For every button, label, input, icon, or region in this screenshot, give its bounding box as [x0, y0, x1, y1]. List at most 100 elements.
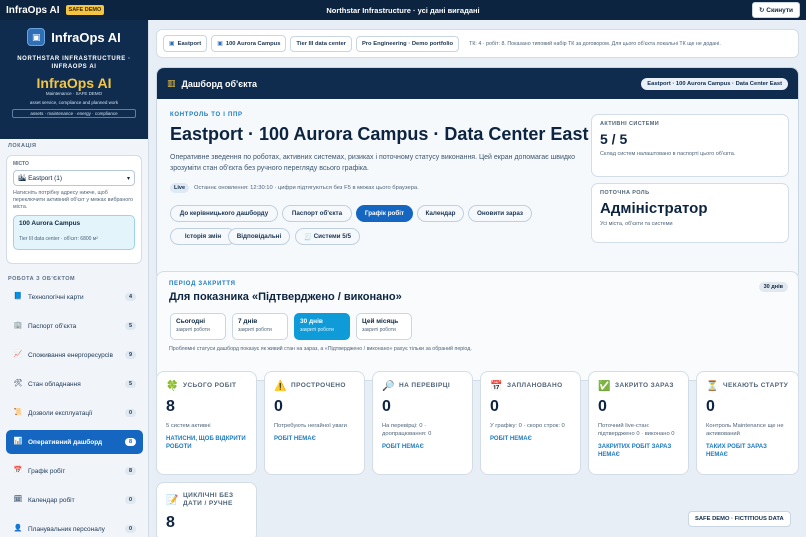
city-select[interactable]: 🏙 Eastport (1) ▾	[13, 170, 135, 186]
current-role-card: ПОТОЧНА РОЛЬ Адміністратор Усі міста, об…	[591, 183, 789, 243]
active-systems-card: АКТИВНІ СИСТЕМИ 5 / 5 Склад систем налаш…	[591, 114, 789, 177]
org-name: NORTHSTAR INFRASTRUCTURE · INFRAOPS AI	[17, 56, 131, 71]
sidebar-hero: ▣ InfraOps AI NORTHSTAR INFRASTRUCTURE ·…	[0, 20, 148, 139]
context-chip-city[interactable]: ▣ Eastport	[163, 35, 208, 52]
period-option-today[interactable]: Сьогодні закриті роботи	[170, 313, 226, 340]
kpi-sub: Контроль Maintenance ще не активований	[706, 423, 784, 438]
chevron-down-icon: ▾	[126, 175, 130, 182]
history-button[interactable]: Історія змін	[170, 228, 236, 245]
manager-dashboard-button[interactable]: До керівницького дашборду	[170, 205, 278, 222]
kpi-card-cyclic[interactable]: 📝 ЦИКЛІЧНІ БЕЗ ДАТИ / РУЧНЕ 8	[156, 482, 257, 537]
context-info: ТК: 4 · робіт: 8. Показано типовий набір…	[469, 40, 721, 47]
kpi-value: 8	[166, 514, 175, 532]
kpi-card-overdue[interactable]: ⚠️ ПРОСТРОЧЕНО 0 Потребують негайної уваг…	[264, 371, 365, 475]
chip-label: Eastport	[177, 40, 202, 47]
kpi-title: ЗАПЛАНОВАНО	[507, 382, 563, 390]
page-title: Eastport · 100 Aurora Campus · Data Cent…	[170, 124, 589, 144]
reset-button[interactable]: ↻ Скинути	[751, 2, 800, 18]
work-section-title: РОБОТА З ОБ'ЄКТОМ	[8, 276, 76, 282]
sidebar-item-label: Дозволи експлуатації	[28, 409, 93, 417]
context-chip-type[interactable]: Tier III data center	[290, 35, 352, 52]
sidebar-item-dashboard[interactable]: 📊 Оперативний дашборд 8	[6, 430, 143, 454]
kpi-sub: Потребують негайної уваги	[274, 423, 347, 429]
brand-mark-subtitle: Maintenance · SAFE DEMO	[45, 90, 103, 96]
kpi-card-review[interactable]: 🔎 НА ПЕРЕВІРЦІ 0 На перевірці: 0 · доопра…	[372, 371, 473, 475]
warning-icon: ⚠️	[274, 381, 287, 392]
kpi-value: 8	[166, 398, 175, 415]
main-content: ▣ Eastport ▣ 100 Aurora Campus Tier III da…	[149, 20, 806, 537]
period-option-30-days[interactable]: 30 днів закриті роботи	[294, 313, 350, 340]
systems-button-label: Системи 5/5	[313, 233, 352, 240]
responsible-button[interactable]: Відповідальні	[228, 228, 290, 245]
passport-button[interactable]: Паспорт об'єкта	[282, 205, 352, 222]
sidebar-item-count: 0	[124, 496, 136, 504]
check-icon: ✅	[598, 381, 611, 392]
sidebar-item-staff-planner[interactable]: 👤 Планувальник персоналу 0	[6, 517, 143, 537]
option-sub: закриті роботи	[300, 327, 334, 333]
bar-chart-icon: 📊	[13, 438, 23, 445]
kpi-link[interactable]: РОБІТ НЕМАЄ	[490, 436, 571, 444]
safe-demo-footer-badge: SAFE DEMO · FICTITIOUS DATA	[688, 511, 791, 527]
scroll-icon: 📜	[13, 409, 23, 416]
sidebar-logo-name: InfraOps AI	[51, 29, 121, 45]
kpi-title: ПРОСТРОЧЕНО	[291, 382, 346, 390]
magnifier-icon: 🔎	[382, 381, 395, 392]
sidebar-item-tech-cards[interactable]: 📘 Технологічні карти 4	[6, 285, 143, 309]
sidebar-logo[interactable]: ▣ InfraOps AI	[0, 28, 148, 46]
sidebar-item-energy[interactable]: 📈 Споживання енергоресурсів 9	[6, 343, 143, 367]
kpi-link[interactable]: РОБІТ НЕМАЄ	[382, 444, 463, 452]
kpi-link[interactable]: РОБІТ НЕМАЄ	[274, 436, 355, 444]
brand-mark-tags: assets · maintenance · energy · complian…	[12, 108, 136, 118]
live-status: Live Останнє оновлення: 12:30:10 · цифри…	[170, 183, 419, 193]
refresh-now-button[interactable]: Оновити зараз	[468, 205, 532, 222]
brand-mark-title: InfraOps AI	[36, 74, 112, 91]
sidebar-item-passport[interactable]: 🏢 Паспорт об'єкта 5	[6, 314, 143, 338]
kpi-link[interactable]: ЗАКРИТИХ РОБІТ ЗАРАЗ НЕМАЄ	[598, 444, 679, 459]
period-option-month[interactable]: Цей місяць закриті роботи	[356, 313, 412, 340]
sidebar-item-count: 8	[124, 438, 136, 446]
sidebar-item-label: Паспорт об'єкта	[28, 322, 77, 330]
sidebar-item-label: Споживання енергоресурсів	[28, 351, 113, 359]
kpi-sub: 5 систем активні	[166, 423, 211, 429]
office-icon: 🏢	[13, 322, 23, 329]
sidebar-item-equipment[interactable]: 🛠 Стан обладнання 5	[6, 372, 143, 396]
option-sub: закриті роботи	[238, 327, 272, 333]
sidebar-item-label: Графік робіт	[28, 467, 66, 475]
sidebar-item-permits[interactable]: 📜 Дозволи експлуатації 0	[6, 401, 143, 425]
sidebar-item-calendar[interactable]: 🗓 Календар робіт 0	[6, 488, 143, 512]
context-chip-site[interactable]: ▣ 100 Aurora Campus	[211, 35, 287, 52]
chip-label: 100 Aurora Campus	[225, 40, 281, 47]
kpi-link[interactable]: ТАКИХ РОБІТ ЗАРАЗ НЕМАЄ	[706, 444, 789, 459]
active-systems-sub: Склад систем налаштовано в паспорті цьог…	[600, 151, 736, 157]
memo-icon: 📝	[166, 494, 179, 506]
kpi-card-planned[interactable]: 📅 ЗАПЛАНОВАНО 0 У графіку: 0 · скоро стро…	[480, 371, 581, 475]
current-site-card[interactable]: 100 Aurora Campus Tier III data center ·…	[13, 215, 135, 251]
option-label: 7 днів	[238, 318, 258, 325]
option-label: 30 днів	[300, 318, 323, 325]
sidebar: ▣ InfraOps AI NORTHSTAR INFRASTRUCTURE ·…	[0, 20, 149, 537]
systems-button[interactable]: 🧾 Системи 5/5	[295, 228, 360, 245]
current-role-label: ПОТОЧНА РОЛЬ	[600, 190, 650, 196]
kpi-link[interactable]: НАТИСНИ, ЩОБ ВІДКРИТИ РОБОТИ	[166, 436, 247, 451]
kpi-title: УСЬОГО РОБІТ	[183, 382, 237, 390]
chip-label: Pro Engineering · Demo portfolio	[361, 40, 454, 47]
kpi-sub: На перевірці: 0 · доопрацювання: 0	[382, 423, 432, 438]
kpi-card-total[interactable]: 🍀 УСЬОГО РОБІТ 8 5 систем активні НАТИСНИ…	[156, 371, 257, 475]
kpi-value: 0	[382, 398, 391, 415]
current-role-sub: Усі міста, об'єкти та системи	[600, 221, 673, 227]
kpi-value: 0	[490, 398, 499, 415]
location-card: МІСТО 🏙 Eastport (1) ▾ Натисніть потрібн…	[6, 155, 142, 264]
calendar-icon: 📅	[490, 381, 503, 392]
sidebar-item-count: 4	[124, 293, 136, 301]
sidebar-item-schedule[interactable]: 📅 Графік робіт 8	[6, 459, 143, 483]
kpi-value: 0	[598, 398, 607, 415]
spiral-calendar-icon: 🗓	[13, 496, 23, 503]
kpi-card-closed[interactable]: ✅ ЗАКРИТО ЗАРАЗ 0 Поточний live-стан: під…	[588, 371, 689, 475]
option-label: Цей місяць	[362, 318, 399, 325]
calendar-button[interactable]: Календар	[417, 205, 464, 222]
kpi-card-waiting[interactable]: ⏳ ЧЕКАЮТЬ СТАРТУ 0 Контроль Maintenance щ…	[696, 371, 799, 475]
active-systems-label: АКТИВНІ СИСТЕМИ	[600, 121, 660, 127]
schedule-button[interactable]: Графік робіт	[356, 205, 413, 222]
period-option-7-days[interactable]: 7 днів закриті роботи	[232, 313, 288, 340]
context-chip-portfolio[interactable]: Pro Engineering · Demo portfolio	[355, 35, 460, 52]
